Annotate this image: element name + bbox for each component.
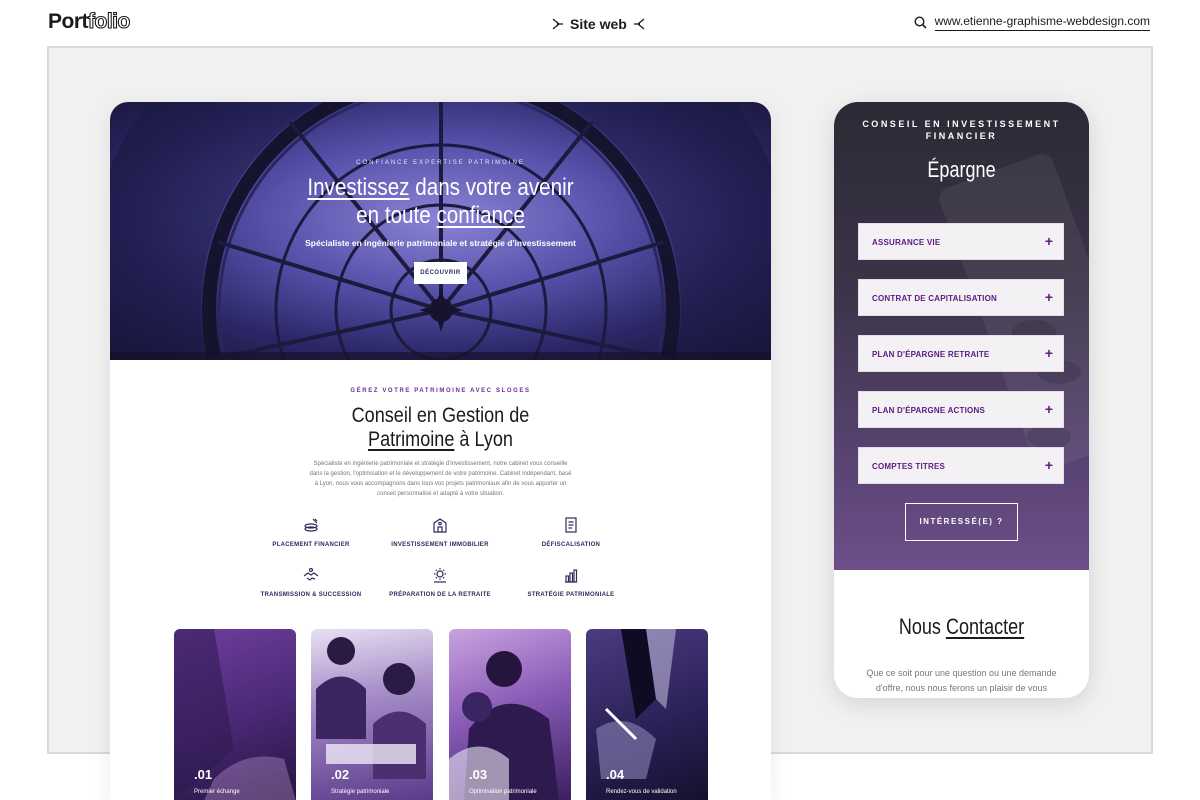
signing-photo [596,629,676,779]
logo-strong-text: Port [48,10,89,33]
service-label: STRATÉGIE PATRIMONIALE [527,592,615,598]
intro-title-underlined: Patrimoine [368,428,455,451]
arched-window-image [110,102,771,360]
contact-text: Que ce soit pour une question ou une dem… [866,668,1057,693]
hero-subtitle: Spécialiste en ingénierie patrimoniale e… [305,238,576,248]
handshake-icon [303,567,319,581]
arrow-left-icon [633,18,645,30]
contact-title-pre: Nous [898,614,946,639]
service-item[interactable]: STRATÉGIE PATRIMONIALE [496,566,646,598]
hero-title-underlined-1: Investissez [307,174,410,201]
contact-title-underlined[interactable]: Contacter [946,614,1024,639]
service-label: PRÉPARATION DE LA RETRAITE [389,592,491,598]
service-label: PLACEMENT FINANCIER [272,542,350,548]
top-bar: Portfolio Site web www.etienne-graphisme… [0,0,1200,46]
mobile-mockup: CONSEIL EN INVESTISSEMENT FINANCIER Épar… [834,102,1089,698]
page-title: Site web [552,16,645,32]
plus-icon[interactable]: + [1045,448,1053,483]
hero-kicker: CONFIANCE EXPERTISE PATRIMOINE [356,160,525,166]
accordion-item-assurance-vie[interactable]: ASSURANCE VIE + [858,223,1064,260]
accordion-item-comptes-titres[interactable]: COMPTES TITRES + [858,447,1064,484]
accordion-label: PLAN D'ÉPARGNE ACTIONS [872,406,985,415]
hero-title-rest-1: dans votre avenir [409,174,574,201]
steps-cards: .01 Premier échange .02 Stratégie patrim… [110,629,771,800]
service-item[interactable]: DÉFISCALISATION [496,516,646,548]
intro-kicker: GÉREZ VOTRE PATRIMOINE AVEC SLOGES [350,388,531,394]
accordion-item-plan-epargne-retraite[interactable]: PLAN D'ÉPARGNE RETRAITE + [858,335,1064,372]
consulting-photo [449,651,559,800]
savings-section: CONSEIL EN INVESTISSEMENT FINANCIER Épar… [834,102,1089,570]
logo-light-text: folio [87,9,130,33]
step-card[interactable]: .04 Rendez-vous de validation [586,629,708,800]
contact-title: Nous Contacter [857,614,1066,640]
step-caption: Premier échange [194,789,240,795]
discover-button[interactable]: DÉCOUVRIR [414,262,467,284]
hero-title-underlined-2: confiance [436,202,525,229]
step-number: .04 [606,767,625,782]
page-title-text: Site web [570,16,627,32]
interested-button[interactable]: INTÉRESSÉ(E) ? [905,503,1018,541]
step-card[interactable]: .02 Stratégie patrimoniale [311,629,433,800]
accordion-label: ASSURANCE VIE [872,238,941,247]
intro-title-rest: à Lyon [454,428,513,451]
arrow-right-icon [552,18,563,30]
hero-title-pre-2: en toute [356,202,437,229]
intro-title-line1: Conseil en Gestion de [351,404,530,427]
accordion-label: PLAN D'ÉPARGNE RETRAITE [872,350,990,359]
service-item[interactable]: INVESTISSEMENT IMMOBILIER [365,516,515,548]
plus-icon[interactable]: + [1045,224,1053,259]
accordion-label: COMPTES TITRES [872,462,946,471]
intro-paragraph: Spécialiste en ingénierie patrimoniale e… [309,461,572,497]
service-label: TRANSMISSION & SUCCESSION [260,592,362,598]
desktop-mockup: CONFIANCE EXPERTISE PATRIMOINE Investiss… [110,102,771,800]
search-icon [914,16,927,29]
intro-title: Conseil en Gestion de Patrimoine à Lyon [156,404,724,452]
service-label: DÉFISCALISATION [541,542,601,548]
plus-icon[interactable]: + [1045,392,1053,427]
document-icon [565,517,577,533]
meeting-photo [316,637,426,779]
chart-icon [565,569,578,583]
service-label: INVESTISSEMENT IMMOBILIER [391,542,489,548]
building-icon [433,518,447,533]
accordion-item-plan-epargne-actions[interactable]: PLAN D'ÉPARGNE ACTIONS + [858,391,1064,428]
accordion-item-contrat-capitalisation[interactable]: CONTRAT DE CAPITALISATION + [858,279,1064,316]
step-caption: Stratégie patrimoniale [331,789,390,795]
step-number: .01 [194,767,213,782]
step-card[interactable]: .01 Premier échange [174,629,296,800]
step-caption: Optimisation patrimoniale [469,789,537,795]
plus-icon[interactable]: + [1045,336,1053,371]
service-item[interactable]: PRÉPARATION DE LA RETRAITE [365,566,515,598]
website-link[interactable]: www.etienne-graphisme-webdesign.com [914,14,1150,31]
step-caption: Rendez-vous de validation [606,789,677,795]
step-number: .03 [469,767,488,782]
website-url[interactable]: www.etienne-graphisme-webdesign.com [934,14,1150,31]
service-item[interactable]: PLACEMENT FINANCIER [236,516,386,548]
step-number: .02 [331,767,350,782]
service-item[interactable]: TRANSMISSION & SUCCESSION [236,566,386,598]
sun-icon [434,568,446,583]
handshake-photo [174,629,296,800]
accordion-label: CONTRAT DE CAPITALISATION [872,294,997,303]
mobile-title: Épargne [927,157,996,182]
plus-icon[interactable]: + [1045,280,1053,315]
step-card[interactable]: .03 Optimisation patrimoniale [449,629,571,800]
mobile-kicker: CONSEIL EN INVESTISSEMENT FINANCIER [862,119,1061,141]
portfolio-logo[interactable]: Portfolio [48,9,131,34]
coins-icon [304,518,318,532]
hero-title: Investissez dans votre avenir en toute c… [156,174,724,230]
hero-section: CONFIANCE EXPERTISE PATRIMOINE Investiss… [110,102,771,360]
